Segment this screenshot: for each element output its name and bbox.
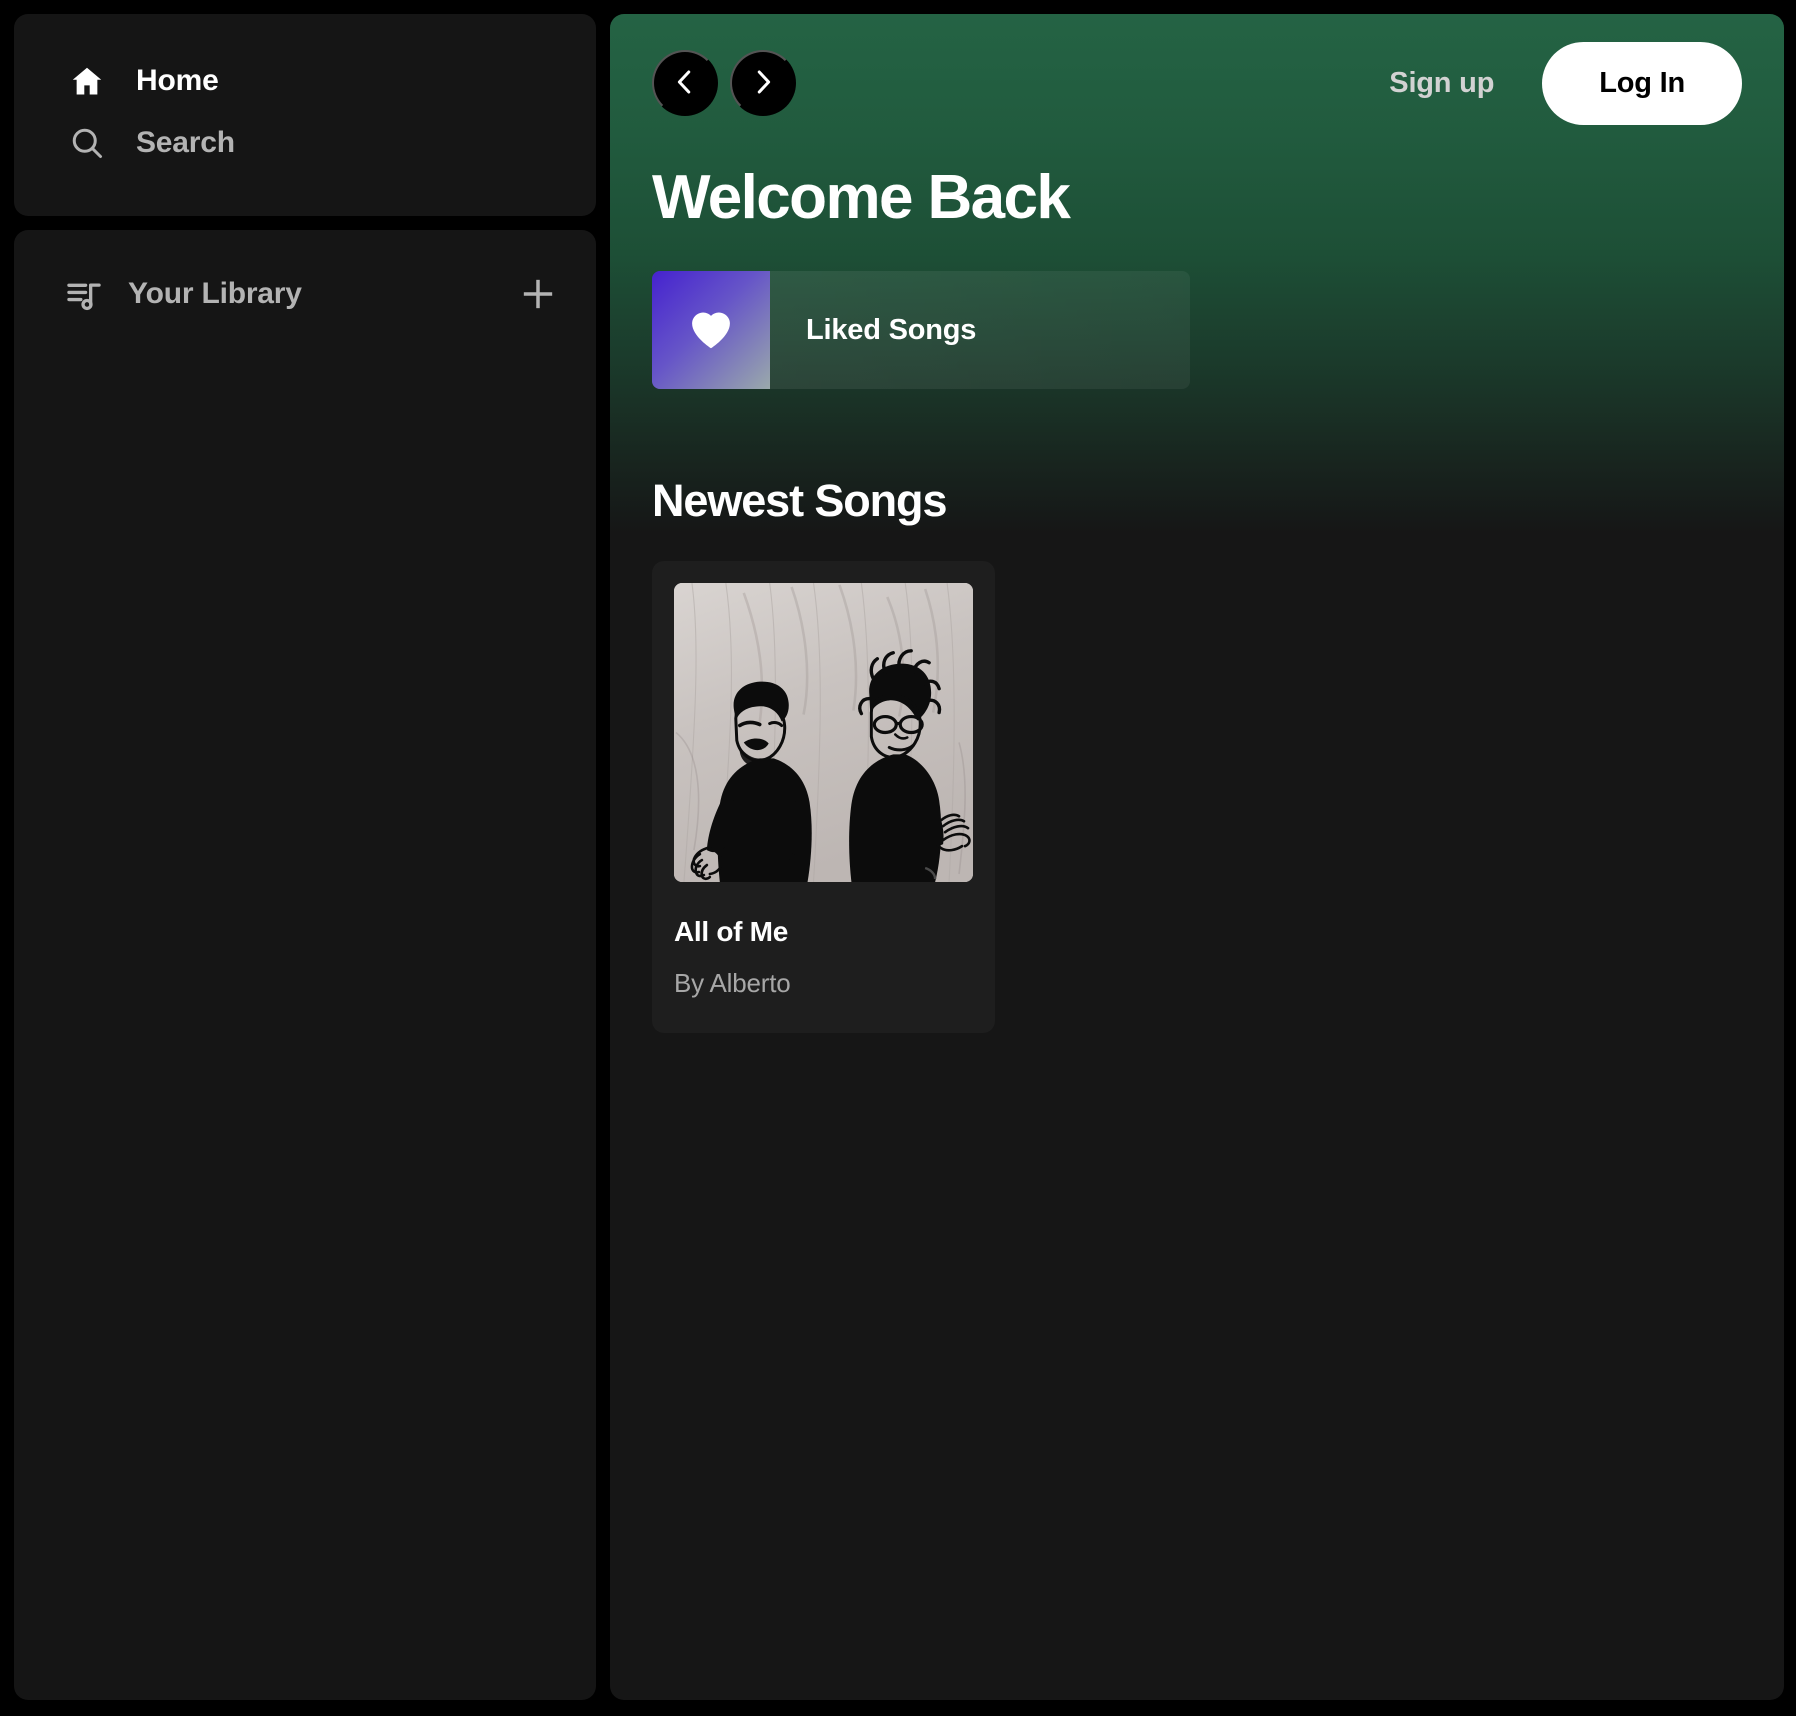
library-playlist-icon	[64, 274, 104, 314]
spotify-clone-app: Home Search Your Library Sign up Log In …	[0, 0, 1796, 1716]
your-library-header[interactable]: Your Library	[14, 266, 596, 322]
sidebar-library-panel: Your Library	[14, 230, 596, 1700]
sidebar-item-home[interactable]: Home	[14, 50, 596, 112]
nav-back-button[interactable]	[652, 50, 718, 116]
top-bar-actions: Sign up Log In	[1389, 41, 1742, 125]
section-title-newest-songs: Newest Songs	[652, 475, 947, 526]
liked-songs-card[interactable]: Liked Songs	[652, 271, 1190, 389]
chevron-left-icon	[670, 67, 700, 100]
plus-icon[interactable]	[516, 272, 560, 316]
sidebar: Home Search Your Library	[14, 14, 596, 1700]
your-library-label: Your Library	[128, 277, 302, 310]
heart-icon	[684, 301, 738, 360]
sidebar-item-home-label: Home	[136, 64, 219, 97]
song-card[interactable]: All of Me By Alberto	[652, 561, 995, 1033]
liked-songs-label: Liked Songs	[806, 313, 977, 346]
album-art	[674, 583, 973, 882]
song-title: All of Me	[674, 916, 788, 947]
liked-songs-thumbnail	[652, 271, 770, 389]
signup-button[interactable]: Sign up	[1389, 67, 1494, 100]
chevron-right-icon	[748, 67, 778, 100]
nav-forward-button[interactable]	[730, 50, 796, 116]
page-title: Welcome Back	[652, 163, 1071, 232]
login-button[interactable]: Log In	[1542, 41, 1742, 125]
search-icon	[68, 124, 106, 162]
main-content: Sign up Log In Welcome Back Liked Songs …	[610, 14, 1784, 1700]
main-scroll-content: Welcome Back Liked Songs Newest Songs Al…	[610, 124, 1784, 1033]
song-grid: All of Me By Alberto	[652, 561, 1742, 1033]
song-artist: By Alberto	[674, 968, 791, 998]
top-bar: Sign up Log In	[610, 14, 1784, 125]
home-icon	[68, 62, 106, 100]
sidebar-item-search-label: Search	[136, 126, 235, 159]
sidebar-nav-panel: Home Search	[14, 14, 596, 216]
sidebar-item-search[interactable]: Search	[14, 112, 596, 174]
